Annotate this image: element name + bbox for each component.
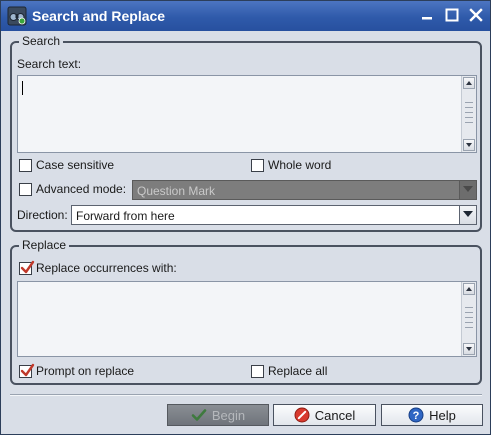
close-button[interactable] [465,4,487,26]
cancel-icon [294,407,310,423]
advanced-mode-checkbox[interactable] [19,183,32,196]
replace-occurrences-checkbox[interactable] [19,260,35,275]
cancel-button[interactable]: Cancel [273,404,376,426]
scroll-down-button[interactable] [463,343,475,355]
search-text-scrollbar[interactable] [461,76,476,152]
checkmark-icon [20,363,35,377]
replace-occurrences-label: Replace occurrences with: [36,261,177,275]
binoculars-icon [7,6,27,26]
checkmark-icon [191,409,207,421]
search-group: Search Search text: Case sensitive Whole… [10,34,482,232]
scroll-grip[interactable] [465,102,473,126]
search-group-legend: Search [19,34,64,48]
close-icon [469,8,483,22]
direction-select[interactable]: Forward from here [71,205,477,225]
advanced-mode-label: Advanced mode: [36,182,127,196]
direction-value: Forward from here [76,209,175,223]
arrow-down-icon [466,143,472,147]
cancel-button-label: Cancel [314,407,356,423]
svg-text:?: ? [413,410,420,422]
whole-word-checkbox[interactable] [251,159,264,172]
help-button-label: Help [429,407,456,423]
button-separator [10,394,482,396]
replace-text-scrollbar[interactable] [461,282,476,356]
begin-button[interactable]: Begin [167,404,269,426]
direction-dropdown-button[interactable] [459,206,476,224]
search-text-label: Search text: [17,57,82,71]
prompt-on-replace-checkbox[interactable] [19,363,35,378]
title-bar[interactable]: Search and Replace [1,1,490,31]
direction-label: Direction: [17,208,68,222]
search-replace-dialog: Search and Replace Search Search text: C… [0,0,491,435]
search-text-input[interactable] [17,75,477,153]
replace-group-legend: Replace [19,238,70,252]
case-sensitive-checkbox[interactable] [19,159,32,172]
replace-all-label: Replace all [268,364,328,378]
whole-word-label: Whole word [268,158,332,172]
checkmark-icon [20,260,35,274]
arrow-up-icon [466,81,472,85]
window-title: Search and Replace [32,8,166,24]
maximize-icon [445,8,459,22]
help-button[interactable]: ? Help [381,404,483,426]
chevron-down-icon [463,211,473,217]
help-icon: ? [408,407,424,423]
scroll-up-button[interactable] [463,77,475,89]
scroll-up-button[interactable] [463,283,475,295]
prompt-on-replace-label: Prompt on replace [36,364,135,378]
minimize-icon [422,17,432,20]
replace-text-input[interactable] [17,281,477,357]
minimize-button[interactable] [416,4,438,26]
advanced-mode-select[interactable]: Question Mark [132,180,477,200]
maximize-button[interactable] [441,4,463,26]
begin-button-label: Begin [211,407,246,423]
arrow-down-icon [466,347,472,351]
chevron-down-icon [463,186,473,192]
replace-group: Replace Replace occurrences with: Prompt… [10,238,482,385]
scroll-grip[interactable] [465,307,473,331]
advanced-mode-dropdown-button[interactable] [459,181,476,199]
text-caret [22,81,23,95]
advanced-mode-value: Question Mark [137,184,216,198]
scroll-down-button[interactable] [463,139,475,151]
case-sensitive-label: Case sensitive [36,158,115,172]
replace-all-checkbox[interactable] [251,365,264,378]
arrow-up-icon [466,287,472,291]
